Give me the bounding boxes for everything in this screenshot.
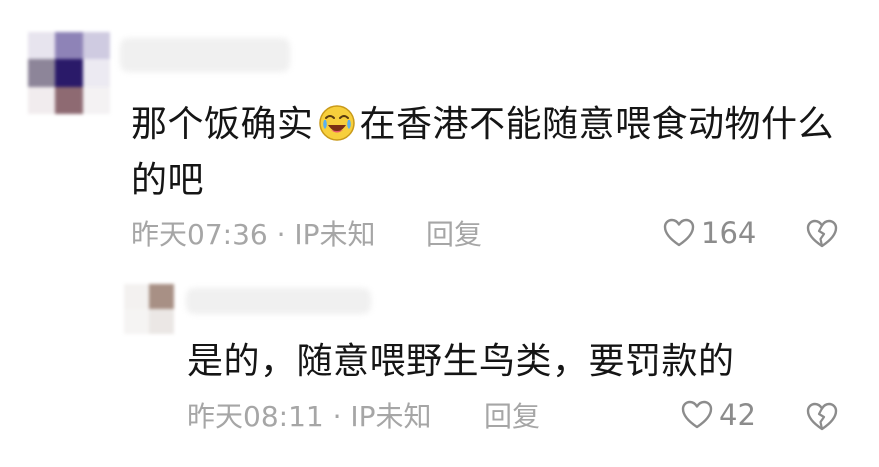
reply-commenter-name-blurred[interactable] <box>186 288 371 314</box>
broken-heart-icon[interactable] <box>806 402 838 436</box>
heart-icon <box>681 400 713 430</box>
like-count: 164 <box>701 216 757 250</box>
broken-heart-icon[interactable] <box>806 219 838 253</box>
reply-like-button[interactable]: 42 <box>681 398 756 432</box>
comment-text: 那个饭确实 在香港不能随意喂食动物什么的吧 <box>131 97 851 209</box>
reply-button[interactable]: 回复 <box>426 217 482 253</box>
comment-time-location: 昨天07:36 · IP未知 <box>131 218 376 251</box>
reply-commenter-avatar[interactable] <box>124 284 174 334</box>
reply-like-count: 42 <box>719 398 756 432</box>
reply-text: 是的，随意喂野生鸟类，要罚款的 <box>187 341 735 382</box>
commenter-name-blurred[interactable] <box>120 38 290 72</box>
reply-to-reply-button[interactable]: 回复 <box>484 399 540 435</box>
laughing-crying-emoji-icon <box>318 103 356 141</box>
heart-icon <box>663 218 695 248</box>
like-button[interactable]: 164 <box>663 216 756 250</box>
commenter-avatar[interactable] <box>28 32 110 114</box>
reply-time-location: 昨天08:11 · IP未知 <box>187 400 432 433</box>
comment-text-part-1: 那个饭确实 <box>131 104 314 145</box>
